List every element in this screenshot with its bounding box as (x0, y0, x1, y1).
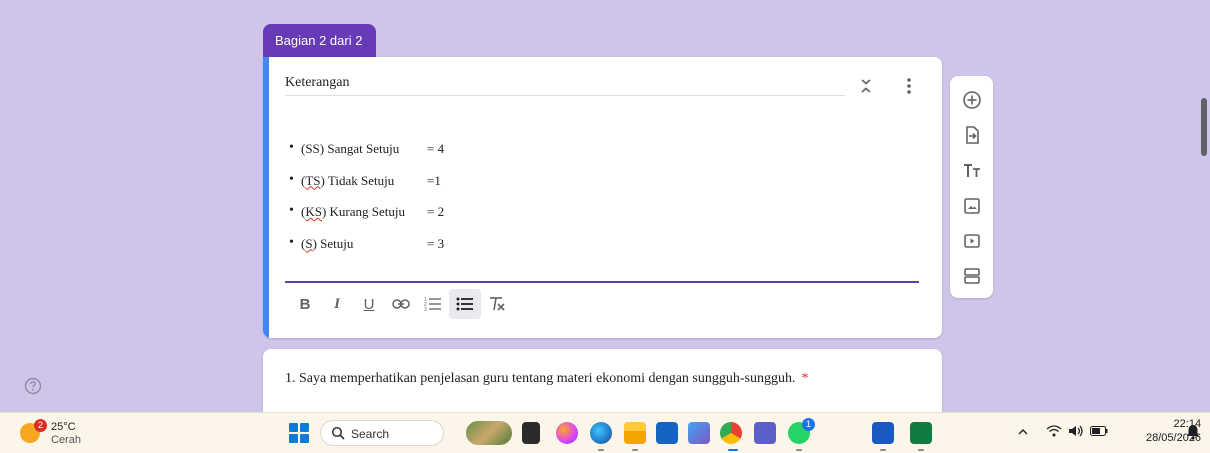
show-hidden-icons-icon[interactable] (1018, 425, 1028, 439)
svg-text:3: 3 (424, 307, 427, 312)
app-running-indicator (632, 449, 638, 451)
search-icon (331, 426, 345, 440)
question-title: 1. Saya memperhatikan penjelasan guru te… (285, 371, 796, 386)
link-icon[interactable] (385, 289, 417, 319)
wifi-icon[interactable] (1046, 425, 1062, 440)
add-image-icon[interactable] (960, 194, 984, 218)
item-value: = 4 (427, 141, 445, 156)
whatsapp-badge: 1 (802, 418, 815, 431)
microsoft-store-icon[interactable] (656, 422, 678, 444)
app-running-indicator (796, 449, 802, 451)
required-mark: * (801, 371, 809, 386)
item-label-rest: ) Tidak Setuju (320, 172, 395, 188)
app-running-indicator (598, 449, 604, 451)
list-item: (KS) Kurang Setuju= 2 (285, 203, 445, 236)
item-abbrev: KS (305, 204, 322, 219)
item-label-rest: ) Setuju (312, 235, 354, 251)
italic-button[interactable]: I (321, 289, 353, 319)
news-widget-icon[interactable] (466, 421, 512, 445)
list-item: (S) Setuju= 3 (285, 235, 445, 268)
bold-button[interactable]: B (289, 289, 321, 319)
weather-widget[interactable]: 2 25°C Cerah (20, 419, 100, 447)
list-item: (TS) Tidak Setuju=1 (285, 172, 444, 205)
import-questions-icon[interactable] (960, 123, 984, 147)
app-running-indicator (918, 449, 924, 451)
scrollbar-thumb[interactable] (1201, 98, 1207, 156)
item-value: = 3 (427, 235, 445, 251)
item-value: = 2 (427, 204, 445, 219)
more-options-icon[interactable] (898, 75, 920, 97)
underline-button[interactable]: U (353, 289, 385, 319)
format-toolbar: B I U 123 (289, 289, 513, 319)
description-card[interactable]: Keterangan (SS) Sangat Setuju= 4 (TS) Ti… (263, 57, 942, 338)
numbered-list-icon[interactable]: 123 (417, 289, 449, 319)
scale-legend-list: (SS) Sangat Setuju= 4 (TS) Tidak Setuju=… (285, 140, 445, 268)
weather-badge: 2 (34, 419, 47, 432)
weather-temperature: 25°C (51, 421, 76, 433)
battery-icon[interactable] (1090, 425, 1108, 439)
add-video-icon[interactable] (960, 229, 984, 253)
copilot-icon[interactable] (556, 422, 578, 444)
item-abbrev: S (305, 235, 313, 251)
volume-icon[interactable] (1068, 425, 1084, 440)
windows-start-icon[interactable] (289, 423, 309, 443)
card-accent (263, 57, 269, 338)
help-icon[interactable] (24, 377, 42, 395)
chrome-icon[interactable] (720, 422, 742, 444)
question-card[interactable]: 1. Saya memperhatikan penjelasan guru te… (263, 349, 942, 419)
app-active-indicator (728, 449, 738, 451)
weather-condition: Cerah (51, 434, 81, 446)
section-tab: Bagian 2 dari 2 (263, 24, 376, 57)
item-value: =1 (427, 172, 441, 188)
add-section-icon[interactable] (960, 264, 984, 288)
question-text: 1. Saya memperhatikan penjelasan guru te… (285, 371, 808, 387)
search-label: Search (351, 427, 390, 441)
list-item: (SS) Sangat Setuju = 4 (285, 140, 445, 173)
notification-bell-icon[interactable] (1186, 424, 1200, 443)
add-title-icon[interactable] (960, 159, 984, 183)
task-view-icon[interactable] (522, 422, 540, 444)
description-field-underline (285, 281, 919, 283)
word-icon[interactable] (872, 422, 894, 444)
clear-formatting-icon[interactable] (481, 289, 513, 319)
app-running-indicator (880, 449, 886, 451)
collapse-icon[interactable] (855, 75, 877, 97)
excel-icon[interactable] (910, 422, 932, 444)
description-title[interactable]: Keterangan (285, 75, 845, 96)
item-label-rest: ) Kurang Setuju (321, 204, 406, 219)
add-question-icon[interactable] (960, 88, 984, 112)
taskbar: 2 25°C Cerah Search 1 22:14 28/05/2026 (0, 412, 1210, 453)
item-abbrev: TS (305, 172, 321, 188)
file-explorer-icon[interactable] (624, 422, 646, 444)
teams-icon[interactable] (754, 422, 776, 444)
edge-icon[interactable] (590, 422, 612, 444)
item-label: (SS) Sangat Setuju (301, 141, 400, 156)
outlook-icon[interactable] (688, 422, 710, 444)
bulleted-list-icon[interactable] (449, 289, 481, 319)
side-toolbar (950, 76, 993, 298)
taskbar-search[interactable]: Search (320, 420, 444, 446)
